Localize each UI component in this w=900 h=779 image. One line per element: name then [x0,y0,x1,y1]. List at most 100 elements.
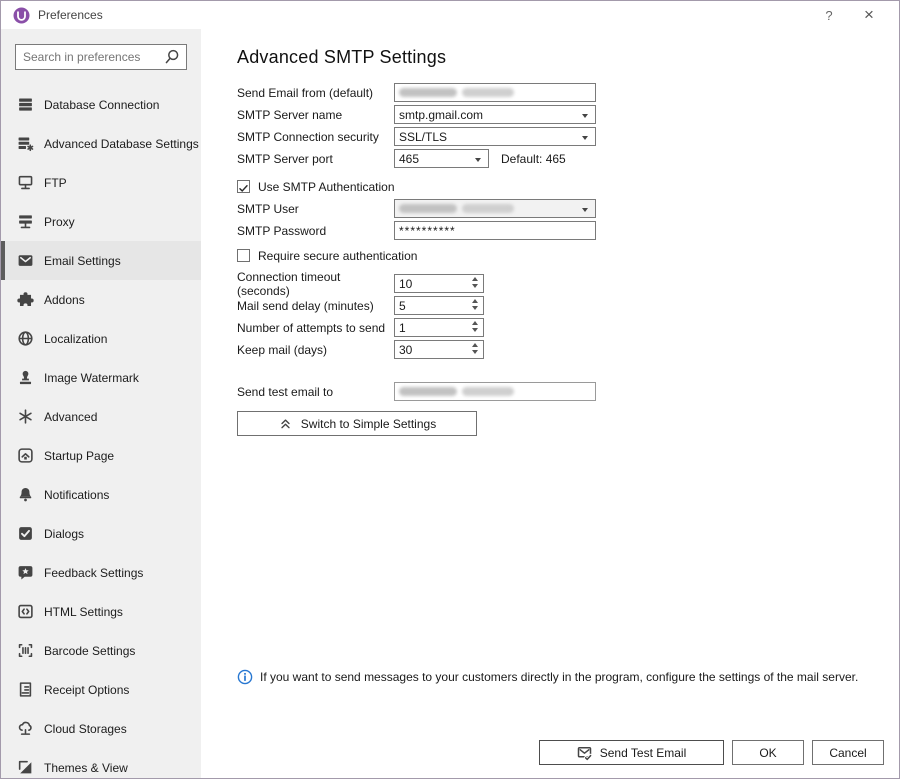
sidebar-item-barcode-settings[interactable]: Barcode Settings [1,631,201,670]
sidebar-item-email-settings[interactable]: Email Settings [1,241,201,280]
smtp-connection-security-row: SMTP Connection security SSL/TLS [237,127,899,146]
envelope-icon [17,252,34,269]
sidebar-item-image-watermark[interactable]: Image Watermark [1,358,201,397]
switch-to-simple-settings-button[interactable]: Switch to Simple Settings [237,411,477,436]
cancel-button[interactable]: Cancel [812,740,884,765]
sidebar-item-cloud-storages[interactable]: Cloud Storages [1,709,201,748]
sidebar-item-startup-page[interactable]: Startup Page [1,436,201,475]
spin-down-icon[interactable] [472,328,478,332]
sidebar-item-feedback-settings[interactable]: Feedback Settings [1,553,201,592]
send-test-email-to-label: Send test email to [237,385,394,399]
sidebar-item-dialogs[interactable]: Dialogs [1,514,201,553]
sidebar-item-advanced-database-settings[interactable]: Advanced Database Settings [1,124,201,163]
help-button[interactable]: ? [809,1,849,29]
spin-down-icon[interactable] [472,350,478,354]
spin-up-icon[interactable] [472,299,478,303]
spin-up-icon[interactable] [472,343,478,347]
smtp-server-port-dropdown[interactable]: 465 [394,149,489,168]
ok-button[interactable]: OK [732,740,804,765]
mail-send-delay-row: Mail send delay (minutes) 5 [237,296,899,315]
connection-timeout-row: Connection timeout (seconds) 10 [237,274,899,293]
sidebar-item-addons[interactable]: Addons [1,280,201,319]
window-title: Preferences [38,8,809,22]
smtp-server-port-label: SMTP Server port [237,152,394,166]
proxy-server-icon [17,213,34,230]
selected-indicator [1,241,5,280]
smtp-user-dropdown[interactable] [394,199,596,218]
connection-timeout-label: Connection timeout (seconds) [237,270,394,298]
connection-timeout-spinner[interactable]: 10 [394,274,484,293]
preferences-window: Preferences ? × Database Connection [0,0,900,779]
themes-icon [17,759,34,776]
require-secure-auth-row: Require secure authentication [237,246,899,265]
redacted-value [399,88,457,97]
send-email-from-field[interactable] [394,83,596,102]
globe-icon [17,330,34,347]
sidebar-item-database-connection[interactable]: Database Connection [1,85,201,124]
spin-down-icon[interactable] [472,284,478,288]
smtp-server-port-row: SMTP Server port 465 Default: 465 [237,149,899,168]
ftp-monitor-icon [17,174,34,191]
send-email-from-label: Send Email from (default) [237,86,394,100]
advanced-database-icon [17,135,34,152]
page-title: Advanced SMTP Settings [237,47,899,68]
close-button[interactable]: × [849,1,889,29]
smtp-server-name-dropdown[interactable]: smtp.gmail.com [394,105,596,124]
info-icon [237,669,253,685]
require-secure-auth-checkbox[interactable] [237,249,250,262]
sidebar-item-themes-view[interactable]: Themes & View [1,748,201,779]
redacted-value [462,204,514,213]
sidebar-item-proxy[interactable]: Proxy [1,202,201,241]
mail-send-delay-spinner[interactable]: 5 [394,296,484,315]
sidebar-nav: Database Connection Advanced Database Se… [1,85,201,779]
check-icon [238,183,249,194]
stamp-icon [17,369,34,386]
receipt-icon [17,681,34,698]
use-smtp-auth-checkbox[interactable] [237,180,250,193]
keep-mail-label: Keep mail (days) [237,343,394,357]
smtp-password-label: SMTP Password [237,224,394,238]
smtp-connection-security-dropdown[interactable]: SSL/TLS [394,127,596,146]
redacted-value [462,387,514,396]
smtp-password-field[interactable] [394,221,596,240]
sidebar-item-html-settings[interactable]: HTML Settings [1,592,201,631]
search-input[interactable] [15,44,187,70]
chevron-down-icon [475,158,481,162]
app-logo-icon [13,7,30,24]
sidebar: Database Connection Advanced Database Se… [1,29,201,779]
cloud-icon [17,720,34,737]
mail-send-delay-label: Mail send delay (minutes) [237,299,394,313]
smtp-server-name-label: SMTP Server name [237,108,394,122]
use-smtp-auth-label: Use SMTP Authentication [258,180,395,194]
send-test-email-button[interactable]: Send Test Email [539,740,724,765]
info-note: If you want to send messages to your cus… [237,669,883,685]
code-brackets-icon [17,603,34,620]
require-secure-auth-label: Require secure authentication [258,249,417,263]
port-default-note: Default: 465 [501,152,566,166]
sidebar-item-localization[interactable]: Localization [1,319,201,358]
smtp-user-row: SMTP User [237,199,899,218]
sidebar-item-receipt-options[interactable]: Receipt Options [1,670,201,709]
puzzle-icon [17,291,34,308]
footer-buttons: Send Test Email OK Cancel [539,740,884,765]
sidebar-item-notifications[interactable]: Notifications [1,475,201,514]
send-test-email-to-row: Send test email to [237,382,899,401]
sidebar-item-ftp[interactable]: FTP [1,163,201,202]
spin-down-icon[interactable] [472,306,478,310]
chevron-down-icon [582,208,588,212]
database-icon [17,96,34,113]
chevron-down-icon [582,114,588,118]
attempts-to-send-label: Number of attempts to send [237,321,394,335]
spin-up-icon[interactable] [472,321,478,325]
asterisk-icon [17,408,34,425]
keep-mail-spinner[interactable]: 30 [394,340,484,359]
use-smtp-auth-row: Use SMTP Authentication [237,177,899,196]
titlebar: Preferences ? × [1,1,899,29]
send-test-email-to-field[interactable] [394,382,596,401]
send-email-from-row: Send Email from (default) [237,83,899,102]
attempts-to-send-spinner[interactable]: 1 [394,318,484,337]
spin-up-icon[interactable] [472,277,478,281]
chevron-double-up-icon [278,416,293,431]
checkbox-icon [17,525,34,542]
sidebar-item-advanced[interactable]: Advanced [1,397,201,436]
